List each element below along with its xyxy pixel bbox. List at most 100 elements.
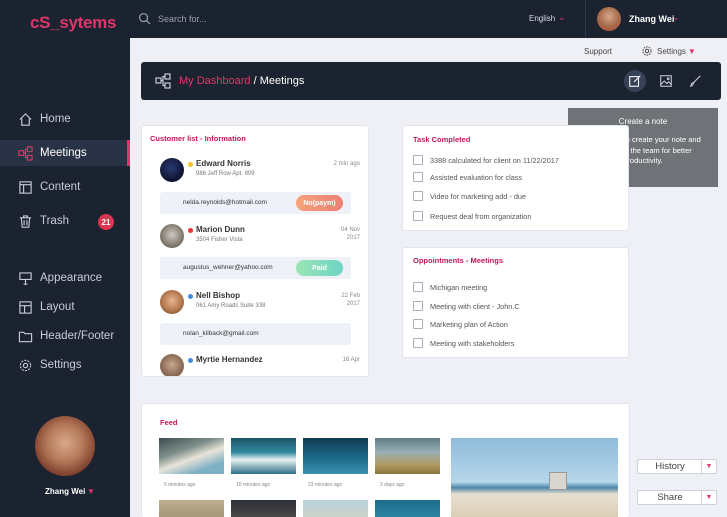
feed-image[interactable] (231, 438, 296, 474)
task-item[interactable]: Request deal from organization (413, 210, 531, 222)
list-item[interactable]: Myrtie Hernandez 16 Apr (160, 354, 360, 376)
task-label: Request deal from organization (430, 211, 532, 221)
task-item[interactable]: 3388 calculated for client on 11/22/2017 (413, 154, 559, 166)
customer-name: Nell Bishop (196, 291, 241, 300)
avatar (160, 158, 184, 182)
top-bar: English ⌄ Zhang Wei ⌄ (130, 0, 727, 38)
history-label: History (655, 461, 685, 472)
home-icon (19, 112, 32, 126)
sidebar-user-name[interactable]: Zhang Wei (45, 487, 85, 496)
feed-image[interactable] (159, 500, 224, 517)
customer-name: Edward Norris (196, 159, 251, 168)
breadcrumb: My Dashboard / Meetings (179, 75, 304, 87)
sidebar-item-label: Content (40, 181, 81, 193)
sidebar-item-content[interactable]: Content (0, 174, 130, 200)
meeting-item[interactable]: Meeting with client - John.C (413, 300, 520, 312)
search-icon (138, 12, 151, 25)
sidebar-item-home[interactable]: Home (0, 106, 130, 132)
timestamp: 2 min ago (333, 161, 360, 167)
checkbox[interactable] (413, 301, 423, 311)
user-menu-name[interactable]: Zhang Wei (629, 14, 674, 24)
sidebar-item-settings[interactable]: Settings (0, 352, 130, 378)
customer-email[interactable]: nelda.reynolds@hotmail.com (183, 199, 267, 206)
task-item[interactable]: Video for marketing add - due (413, 190, 526, 202)
checkbox[interactable] (413, 319, 423, 329)
list-item[interactable]: Edward Norris 986 Jeff Row Apt. 809 2 mi… (160, 158, 360, 186)
card-title: Task Completed (413, 135, 471, 144)
customer-list-card: Customer list - Information Edward Norri… (141, 125, 369, 377)
customer-email[interactable]: nolan_kilback@gmail.com (183, 330, 259, 337)
feed-image[interactable] (303, 438, 368, 474)
email-row: augustus_wehner@yahoo.com Paid (160, 257, 351, 279)
meetings-icon (155, 73, 171, 89)
checkbox[interactable] (413, 282, 423, 292)
avatar (160, 224, 184, 248)
customer-address: 3504 Fisher Vista (196, 237, 243, 243)
status-badge[interactable]: Paid (296, 260, 343, 276)
share-button[interactable]: Share ▼ (637, 490, 717, 505)
chevron-down-icon[interactable]: ▼ (701, 460, 716, 473)
breadcrumb-link[interactable]: My Dashboard (179, 75, 251, 87)
avatar (160, 354, 184, 376)
checkbox[interactable] (413, 338, 423, 348)
settings-label: Settings (657, 46, 686, 56)
image-button[interactable] (655, 70, 677, 92)
sidebar-item-appearance[interactable]: Appearance (0, 265, 130, 291)
checkbox[interactable] (413, 172, 423, 182)
chevron-down-icon[interactable]: ▼ (701, 491, 716, 504)
sidebar-item-label: Appearance (40, 272, 103, 284)
sidebar-item-header-footer[interactable]: Header/Footer (0, 323, 130, 349)
list-item[interactable]: Nell Bishop 061 Amy Roads Suite 338 22 F… (160, 290, 360, 318)
feed-image[interactable] (159, 438, 224, 474)
chevron-down-icon[interactable]: ⌄ (672, 12, 680, 23)
chevron-down-icon[interactable]: ▼ (87, 487, 95, 496)
meeting-item[interactable]: Marketing plan of Action (413, 318, 508, 330)
checkbox[interactable] (413, 211, 423, 221)
language-selector[interactable]: English (529, 14, 555, 23)
history-button[interactable]: History ▼ (637, 459, 717, 474)
chevron-down-icon: ▼ (687, 46, 696, 56)
email-row: nelda.reynolds@hotmail.com No(paym) (160, 192, 351, 214)
card-title: Customer list - Information (150, 134, 246, 143)
breadcrumb-separator: / (250, 75, 260, 87)
list-item[interactable]: Marion Dunn 3504 Fisher Vista 04 Nov 2017 (160, 224, 360, 252)
card-title: Oppointments - Meetings (413, 256, 503, 265)
sidebar-item-label: Settings (40, 359, 82, 371)
timestamp: 04 Nov 2017 (340, 227, 360, 242)
status-badge[interactable]: No(paym) (296, 195, 343, 211)
gear-icon (19, 359, 32, 371)
sidebar-item-layout[interactable]: Layout (0, 294, 130, 320)
create-note-button[interactable] (624, 70, 646, 92)
sidebar: cS_sytems Home Meetings Content Trash 21… (0, 0, 130, 517)
feed-image[interactable] (375, 438, 440, 474)
settings-menu[interactable]: Settings ▼ (641, 45, 696, 57)
customer-email[interactable]: augustus_wehner@yahoo.com (183, 264, 273, 271)
brush-button[interactable] (685, 70, 707, 92)
task-item[interactable]: Assisted evaluation for class (413, 171, 522, 183)
feed-image[interactable] (231, 500, 296, 517)
meeting-item[interactable]: Michigan meeting (413, 281, 487, 293)
meeting-item[interactable]: Meeting with stakeholders (413, 337, 514, 349)
task-completed-card: Task Completed 3388 calculated for clien… (402, 125, 629, 231)
trash-count-badge: 21 (98, 214, 114, 230)
feed-timestamp: 2 days ago (380, 482, 405, 488)
timestamp: 16 Apr (342, 357, 360, 363)
feed-image[interactable] (303, 500, 368, 517)
avatar[interactable] (597, 7, 621, 31)
feed-featured-image[interactable] (451, 438, 618, 517)
avatar[interactable] (35, 416, 95, 476)
feed-timestamp: 10 minutes ago (236, 482, 271, 488)
checkbox[interactable] (413, 191, 423, 201)
search-input[interactable] (158, 11, 358, 27)
card-title: Feed (160, 418, 178, 427)
sidebar-item-meetings[interactable]: Meetings (0, 140, 130, 166)
support-link[interactable]: Support (584, 47, 612, 56)
chevron-down-icon[interactable]: ⌄ (558, 12, 566, 23)
app-logo[interactable]: cS_sytems (30, 13, 116, 33)
feed-image[interactable] (375, 500, 440, 517)
customer-address: 061 Amy Roads Suite 338 (196, 303, 266, 309)
status-dot (188, 358, 193, 363)
checkbox[interactable] (413, 155, 423, 165)
folder-icon (18, 331, 33, 342)
edit-icon (629, 75, 641, 87)
